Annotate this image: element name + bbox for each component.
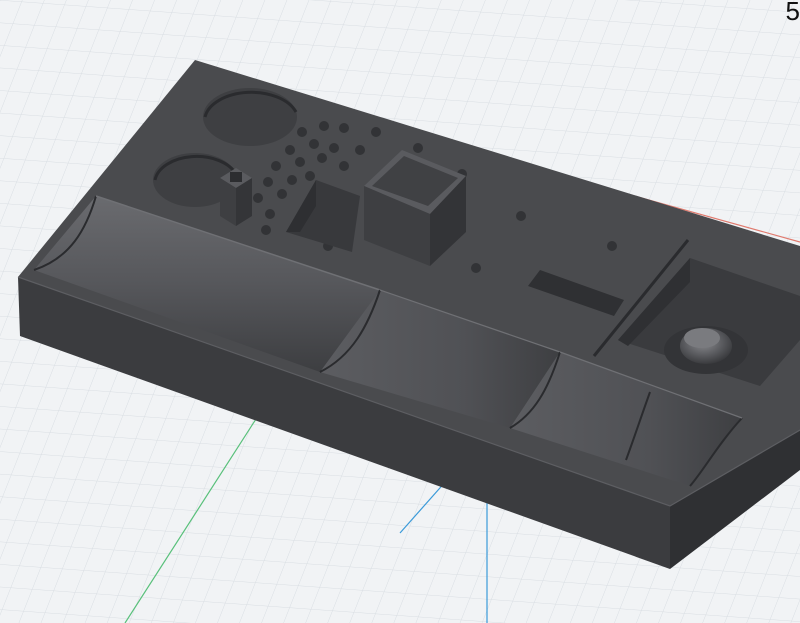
corner-label: 5 <box>785 0 800 26</box>
3d-scene[interactable] <box>0 0 800 623</box>
cad-viewport[interactable]: 5 <box>0 0 800 623</box>
small-post <box>220 168 252 226</box>
round-hole-large-1 <box>203 88 297 146</box>
